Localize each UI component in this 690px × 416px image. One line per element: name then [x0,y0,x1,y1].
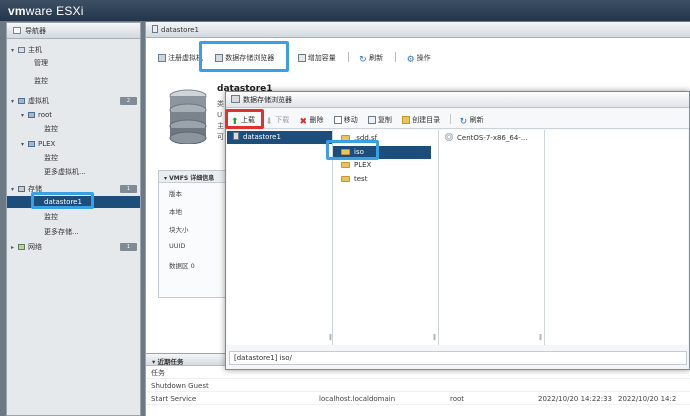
create-directory-button[interactable]: 创建目录 [402,115,440,125]
navigator-icon [13,27,21,34]
highlight-upload [225,109,264,129]
datastore-item[interactable]: datastore1 [227,131,332,144]
vmfs-row-uuid: UUID [169,242,186,250]
vmfs-details-header[interactable]: ▾ VMFS 详细信息 [159,171,227,183]
folder-list-pane: .sdd.sf iso PLEX test ‖ [333,130,439,345]
nav-item-more-vms[interactable]: 更多虚拟机... [7,166,140,178]
pane-resize-handle[interactable]: ‖ [329,334,332,341]
nav-item-vm-root[interactable]: ▾ root [7,109,140,121]
datastore-icon [233,132,239,140]
current-path: [datastore1] iso/ [234,354,292,362]
increase-capacity-button[interactable]: 增加容量 [297,53,336,63]
folder-icon [341,176,350,182]
refresh-button[interactable]: ↻ 刷新 [359,53,383,65]
collapse-icon[interactable]: ▾ [11,96,17,108]
file-list-pane: CentOS-7-x86_64-... ‖ [439,130,545,345]
expand-icon[interactable]: ▸ [11,242,17,254]
move-icon [333,116,342,124]
pane-resize-handle[interactable]: ‖ [539,334,542,341]
toolbar-divider [347,52,349,62]
disc-image-icon [445,133,453,141]
highlight-datastore-browser [199,41,289,72]
delete-icon: ✖ [299,117,308,127]
collapse-icon[interactable]: ▾ [21,110,27,122]
current-path-bar: [datastore1] iso/ [229,351,687,365]
nav-item-more-storage[interactable]: 更多存储... [7,226,140,238]
copy-icon [367,116,376,124]
vmfs-row-block-size: 块大小 [169,226,189,234]
nav-item-network[interactable]: ▸ 网络 1 [7,241,140,253]
move-button[interactable]: 移动 [333,115,358,125]
highlight-datastore1 [31,192,94,209]
task-row[interactable]: Shutdown Guest [146,380,690,392]
network-icon [18,244,25,250]
collapse-icon[interactable]: ▾ [11,45,17,57]
storage-icon [18,186,25,192]
gear-icon: ⚙ [406,55,415,65]
toolbar-divider [450,114,452,124]
new-folder-icon [402,116,411,124]
collapse-icon[interactable]: ▾ [21,139,27,151]
detail-pane [545,130,688,345]
delete-button[interactable]: ✖ 删除 [299,115,323,127]
file-item[interactable]: CentOS-7-x86_64-... [445,132,543,145]
storage-count-badge: 1 [120,185,137,193]
vmfs-details-panel: ▾ VMFS 详细信息 版本 本地 块大小 UUID 数据区 0 [158,170,228,298]
vmfs-row-extent: 数据区 0 [169,262,195,270]
folder-icon [341,162,350,168]
navigator-header: 导航器 [7,23,140,39]
vmware-esxi-logo: vmware ESXi [8,4,84,18]
dialog-title-bar[interactable]: 数据存储浏览器 [226,92,689,108]
download-icon: ⬇ [265,117,273,127]
navigator-title: 导航器 [25,27,46,35]
dialog-refresh-button[interactable]: ↻ 刷新 [459,115,484,127]
network-count-badge: 1 [120,243,137,251]
top-header: vmware ESXi [0,0,690,21]
increase-capacity-icon [297,54,306,62]
actions-button[interactable]: ⚙ 操作 [406,53,431,65]
register-vm-icon [158,54,166,62]
datastore-icon [152,25,158,33]
vm-icon [18,98,25,104]
vmfs-row-local: 本地 [169,208,182,216]
datastore-summary-text: 类 U 主 可 [217,100,224,141]
download-button[interactable]: ⬇ 下载 [265,115,289,127]
highlight-iso-folder [326,140,379,160]
nav-item-host[interactable]: ▾ 主机 [7,44,140,56]
datastore-browser-dialog: 数据存储浏览器 ⬆ 上载 ⬇ 下载 ✖ 删除 移动 复制 创建目录 ↻ 刷新 datas… [225,91,690,370]
vmfs-row-version: 版本 [169,190,182,198]
datastore-browser-icon [231,95,240,103]
folder-item[interactable]: test [341,173,437,186]
nav-item-host-monitor[interactable]: 监控 [7,75,140,87]
dialog-title: 数据存储浏览器 [243,96,292,104]
toolbar-divider [395,52,397,62]
nav-item-plex-monitor[interactable]: 监控 [7,152,140,164]
vm-count-badge: 2 [120,97,137,105]
navigator-panel: 导航器 ▾ 主机 管理 监控 ▾ 虚拟机 2 ▾ root 监控 ▾ PLEX 监控 更… [6,22,141,416]
nav-item-manage[interactable]: 管理 [7,57,140,69]
vm-icon [28,141,35,147]
main-title: datastore1 [161,26,199,34]
datastore-disk-graphic [169,89,207,144]
pane-resize-handle[interactable]: ‖ [433,334,436,341]
refresh-icon: ↻ [359,55,367,65]
dialog-toolbar: ⬆ 上载 ⬇ 下载 ✖ 删除 移动 复制 创建目录 ↻ 刷新 [226,109,689,129]
copy-button[interactable]: 复制 [367,115,392,125]
nav-item-datastore-monitor[interactable]: 监控 [7,211,140,223]
host-icon [18,47,25,53]
collapse-icon[interactable]: ▾ [11,184,17,196]
register-vm-button[interactable]: 注册虚拟机 [158,53,203,63]
task-row[interactable]: Start Service localhost.localdomain root… [146,393,690,405]
main-header: datastore1 [146,22,690,38]
nav-item-vms[interactable]: ▾ 虚拟机 2 [7,95,140,107]
vm-icon [28,112,35,118]
refresh-icon: ↻ [459,117,468,127]
folder-item[interactable]: PLEX [341,159,437,172]
datastore-list-pane: datastore1 ‖ [227,130,333,345]
nav-item-vm-plex[interactable]: ▾ PLEX [7,138,140,150]
nav-item-root-monitor[interactable]: 监控 [7,123,140,135]
